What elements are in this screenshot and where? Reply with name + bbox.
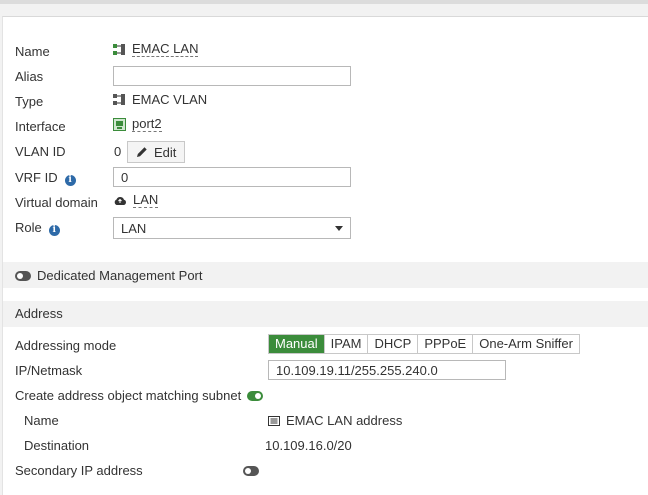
name-label: Name	[15, 44, 50, 59]
dedicated-management-wrap: Dedicated Management Port	[15, 268, 202, 283]
create-object-toggle[interactable]	[247, 390, 264, 401]
ip-netmask-row: IP/Netmask	[3, 360, 648, 382]
create-object-row: Create address object matching subnet	[3, 385, 648, 407]
virtual-domain-value-wrap: LAN	[113, 193, 159, 208]
secondary-ip-row: Secondary IP address	[3, 460, 648, 482]
object-name-value: EMAC LAN address	[286, 413, 403, 428]
vlan-id-label: VLAN ID	[15, 144, 66, 159]
secondary-ip-label: Secondary IP address	[15, 463, 143, 478]
address-section-title: Address	[15, 306, 63, 321]
name-row: Name EMAC LAN	[3, 41, 648, 63]
role-select[interactable]: LAN	[113, 217, 351, 239]
name-value-wrap: EMAC LAN	[113, 41, 199, 57]
alias-input[interactable]	[113, 66, 351, 86]
interface-row: Interface port2	[3, 116, 648, 138]
pencil-icon	[137, 147, 147, 157]
mode-manual-button[interactable]: Manual	[269, 335, 325, 353]
alias-label: Alias	[15, 69, 44, 84]
addressing-mode-segmented: Manual IPAM DHCP PPPoE One-Arm Sniffer	[268, 334, 580, 354]
emac-vlan-icon	[113, 44, 125, 55]
name-value: EMAC LAN	[132, 41, 199, 57]
vrf-id-label: VRF ID	[15, 170, 58, 185]
vrf-id-label-wrap: VRF ID i	[15, 170, 76, 186]
info-icon[interactable]: i	[64, 175, 76, 186]
port-icon	[113, 118, 126, 131]
interface-value[interactable]: port2	[132, 117, 162, 132]
top-bar	[0, 0, 648, 4]
object-name-value-wrap: EMAC LAN address	[268, 413, 402, 428]
role-row: Role i LAN	[3, 217, 648, 239]
vrf-id-input[interactable]	[113, 167, 351, 187]
mode-pppoe-button[interactable]: PPPoE	[418, 335, 474, 353]
addressing-mode-row: Addressing mode Manual IPAM DHCP PPPoE O…	[3, 334, 648, 357]
dedicated-management-section: Dedicated Management Port	[3, 262, 648, 288]
virtual-domain-row: Virtual domain LAN	[3, 192, 648, 214]
cloud-icon	[114, 196, 126, 205]
dedicated-management-toggle[interactable]	[15, 270, 31, 281]
interface-label: Interface	[15, 119, 66, 134]
virtual-domain-label: Virtual domain	[15, 195, 98, 210]
vlan-id-value: 0	[114, 144, 122, 159]
mode-one-arm-sniffer-button[interactable]: One-Arm Sniffer	[473, 335, 579, 353]
address-object-icon	[268, 415, 280, 426]
mode-dhcp-button[interactable]: DHCP	[368, 335, 419, 353]
info-icon[interactable]: i	[48, 225, 60, 236]
alias-row: Alias	[3, 66, 648, 88]
create-object-wrap: Create address object matching subnet	[15, 388, 264, 403]
mode-ipam-button[interactable]: IPAM	[324, 335, 369, 353]
destination-row: Destination 10.109.16.0/20	[3, 435, 648, 457]
destination-label: Destination	[24, 438, 90, 453]
create-object-label: Create address object matching subnet	[15, 388, 242, 403]
addressing-mode-label: Addressing mode	[15, 338, 117, 353]
type-row: Type EMAC VLAN	[3, 91, 648, 113]
role-label: Role	[15, 220, 42, 235]
chevron-down-icon	[335, 225, 343, 231]
vlan-id-row: VLAN ID 0 Edit	[3, 141, 648, 163]
interface-value-wrap: port2	[113, 117, 162, 132]
vlan-edit-label: Edit	[154, 144, 177, 160]
object-name-row: Name EMAC LAN address	[3, 410, 648, 432]
ip-netmask-input[interactable]	[268, 360, 506, 380]
interface-edit-panel: Name EMAC LAN Alias Type EMAC VLAN Inter…	[2, 16, 648, 495]
role-value: LAN	[121, 220, 147, 236]
type-label: Type	[15, 94, 44, 109]
virtual-domain-value[interactable]: LAN	[133, 193, 159, 208]
destination-value: 10.109.16.0/20	[265, 438, 352, 453]
vrf-id-row: VRF ID i	[3, 167, 648, 189]
ip-netmask-label: IP/Netmask	[15, 363, 83, 378]
type-value: EMAC VLAN	[132, 92, 208, 107]
type-value-wrap: EMAC VLAN	[113, 92, 207, 107]
object-name-label: Name	[24, 413, 59, 428]
emac-vlan-icon	[113, 94, 125, 105]
dedicated-management-label: Dedicated Management Port	[37, 268, 203, 283]
vlan-edit-button[interactable]: Edit	[127, 141, 186, 163]
secondary-ip-toggle[interactable]	[243, 466, 259, 476]
role-label-wrap: Role i	[15, 220, 60, 236]
address-section-header: Address	[3, 301, 648, 327]
